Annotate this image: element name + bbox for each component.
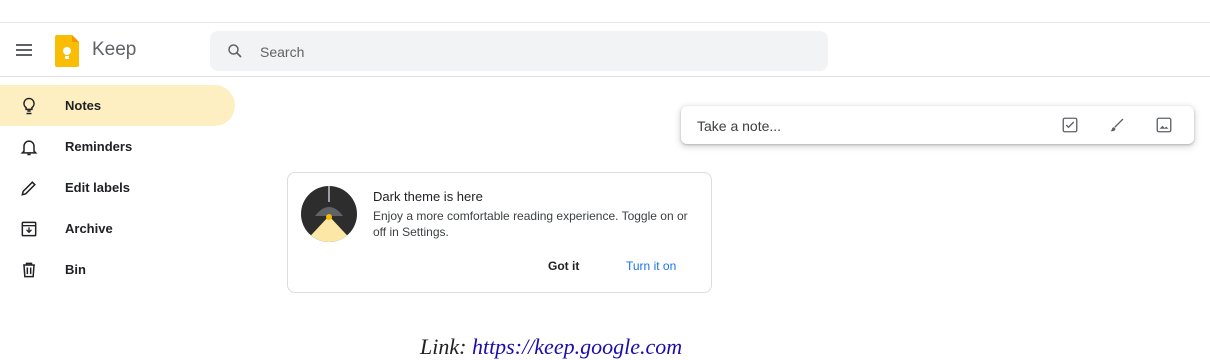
card-title: Dark theme is here — [373, 189, 483, 204]
top-bar: Keep — [0, 22, 1210, 77]
got-it-button[interactable]: Got it — [548, 259, 579, 273]
keep-logo-icon — [55, 35, 79, 67]
app-title[interactable]: Keep — [92, 39, 136, 61]
lamp-illustration-icon — [301, 186, 357, 242]
search-icon[interactable] — [226, 42, 244, 60]
dark-theme-promo-card: Dark theme is here Enjoy a more comforta… — [287, 172, 712, 293]
turn-it-on-button[interactable]: Turn it on — [626, 259, 676, 273]
sidebar-item-label: Archive — [65, 221, 113, 236]
sidebar-item-archive[interactable]: Archive — [0, 208, 235, 249]
bell-icon — [20, 140, 38, 156]
sidebar-item-label: Edit labels — [65, 180, 131, 195]
brush-icon[interactable] — [1108, 116, 1126, 134]
main-menu-button[interactable] — [14, 41, 34, 61]
caption-link[interactable]: https://keep.google.com — [472, 334, 682, 359]
pencil-icon — [21, 181, 36, 196]
checkbox-icon[interactable] — [1061, 116, 1079, 134]
image-icon[interactable] — [1155, 116, 1173, 134]
sidebar-item-notes[interactable]: Notes — [0, 85, 235, 126]
lightbulb-icon — [23, 97, 35, 115]
search-input[interactable] — [258, 31, 802, 73]
sidebar-item-bin[interactable]: Bin — [0, 249, 235, 290]
link-caption: Link: https://keep.google.com — [420, 334, 682, 360]
take-note-input[interactable] — [695, 106, 1039, 146]
sidebar-item-label: Bin — [65, 262, 86, 277]
caption-prefix: Link: — [420, 334, 472, 359]
sidebar: Notes Reminders Edit labels Archive Bin — [0, 85, 240, 290]
sidebar-item-label: Reminders — [65, 139, 133, 154]
search-bar[interactable] — [210, 31, 828, 73]
trash-icon — [23, 262, 35, 278]
archive-icon — [21, 221, 37, 237]
card-body: Enjoy a more comfortable reading experie… — [373, 209, 688, 239]
take-note-bar[interactable] — [681, 106, 1194, 146]
sidebar-item-edit-labels[interactable]: Edit labels — [0, 167, 235, 208]
sidebar-item-label: Notes — [65, 98, 102, 113]
sidebar-item-reminders[interactable]: Reminders — [0, 126, 235, 167]
